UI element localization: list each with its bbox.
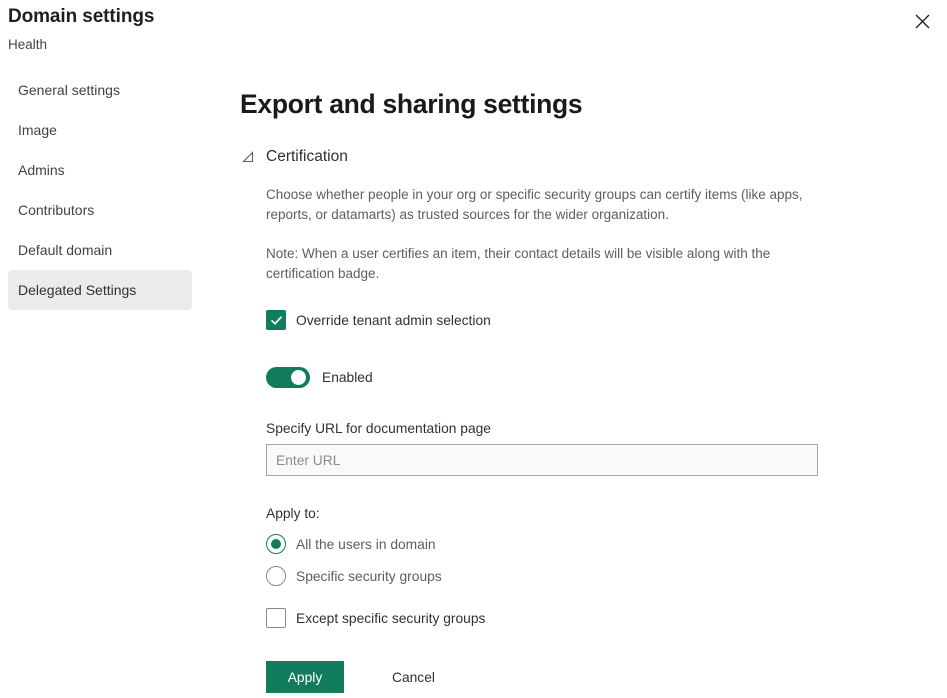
certification-enabled-toggle[interactable]: Enabled	[266, 367, 373, 388]
sidebar-item-default-domain[interactable]: Default domain	[8, 230, 192, 270]
checkbox-box	[266, 310, 286, 330]
override-tenant-admin-selection-checkbox[interactable]: Override tenant admin selection	[266, 310, 491, 330]
main-content: Export and sharing settings Certificatio…	[240, 88, 940, 693]
sidebar-item-general-settings[interactable]: General settings	[8, 70, 192, 110]
triangle-collapse-icon	[240, 149, 256, 165]
checkbox-label: Except specific security groups	[296, 611, 485, 626]
certification-section-header[interactable]: Certification	[240, 147, 348, 167]
certification-description: Choose whether people in your org or spe…	[266, 185, 811, 225]
documentation-url-input[interactable]	[266, 444, 818, 476]
toggle-knob	[291, 370, 306, 385]
sidebar-item-label: Image	[18, 122, 57, 138]
checkmark-icon	[270, 314, 283, 327]
sidebar-item-label: Contributors	[18, 202, 94, 218]
page-subtitle: Health	[8, 37, 47, 52]
apply-button[interactable]: Apply	[266, 661, 344, 693]
sidebar-item-delegated-settings[interactable]: Delegated Settings	[8, 270, 192, 310]
cancel-button[interactable]: Cancel	[384, 661, 443, 693]
checkbox-label: Override tenant admin selection	[296, 313, 491, 328]
close-button[interactable]	[905, 4, 939, 38]
sidebar-item-label: Default domain	[18, 242, 112, 258]
certification-section-title: Certification	[266, 147, 348, 167]
except-specific-security-groups-checkbox[interactable]: Except specific security groups	[266, 608, 485, 628]
documentation-url-field-block: Specify URL for documentation page	[266, 421, 940, 476]
sidebar-item-label: Admins	[18, 162, 65, 178]
sidebar-item-label: Delegated Settings	[18, 282, 136, 298]
settings-sidebar: General settings Image Admins Contributo…	[0, 70, 200, 310]
sidebar-item-label: General settings	[18, 82, 120, 98]
apply-to-label: Apply to:	[266, 506, 940, 521]
sidebar-item-contributors[interactable]: Contributors	[8, 190, 192, 230]
apply-to-block: Apply to: All the users in domain Specif…	[266, 506, 940, 628]
sidebar-item-image[interactable]: Image	[8, 110, 192, 150]
radio-label: Specific security groups	[296, 569, 442, 584]
certification-note: Note: When a user certifies an item, the…	[266, 244, 811, 284]
toggle-label: Enabled	[322, 370, 373, 385]
certification-section-body: Choose whether people in your org or spe…	[266, 185, 940, 693]
radio-all-users-in-domain[interactable]: All the users in domain	[266, 532, 436, 556]
radio-dot	[271, 539, 281, 549]
radio-specific-security-groups[interactable]: Specific security groups	[266, 564, 442, 588]
close-icon	[915, 14, 930, 29]
form-actions: Apply Cancel	[266, 661, 940, 693]
main-title: Export and sharing settings	[240, 88, 940, 120]
sidebar-item-admins[interactable]: Admins	[8, 150, 192, 190]
toggle-track	[266, 367, 310, 388]
documentation-url-label: Specify URL for documentation page	[266, 421, 940, 436]
page-title: Domain settings	[8, 6, 154, 28]
radio-label: All the users in domain	[296, 537, 436, 552]
panel-header: Domain settings Health	[0, 0, 947, 62]
radio-button	[266, 534, 286, 554]
checkbox-box	[266, 608, 286, 628]
radio-button	[266, 566, 286, 586]
